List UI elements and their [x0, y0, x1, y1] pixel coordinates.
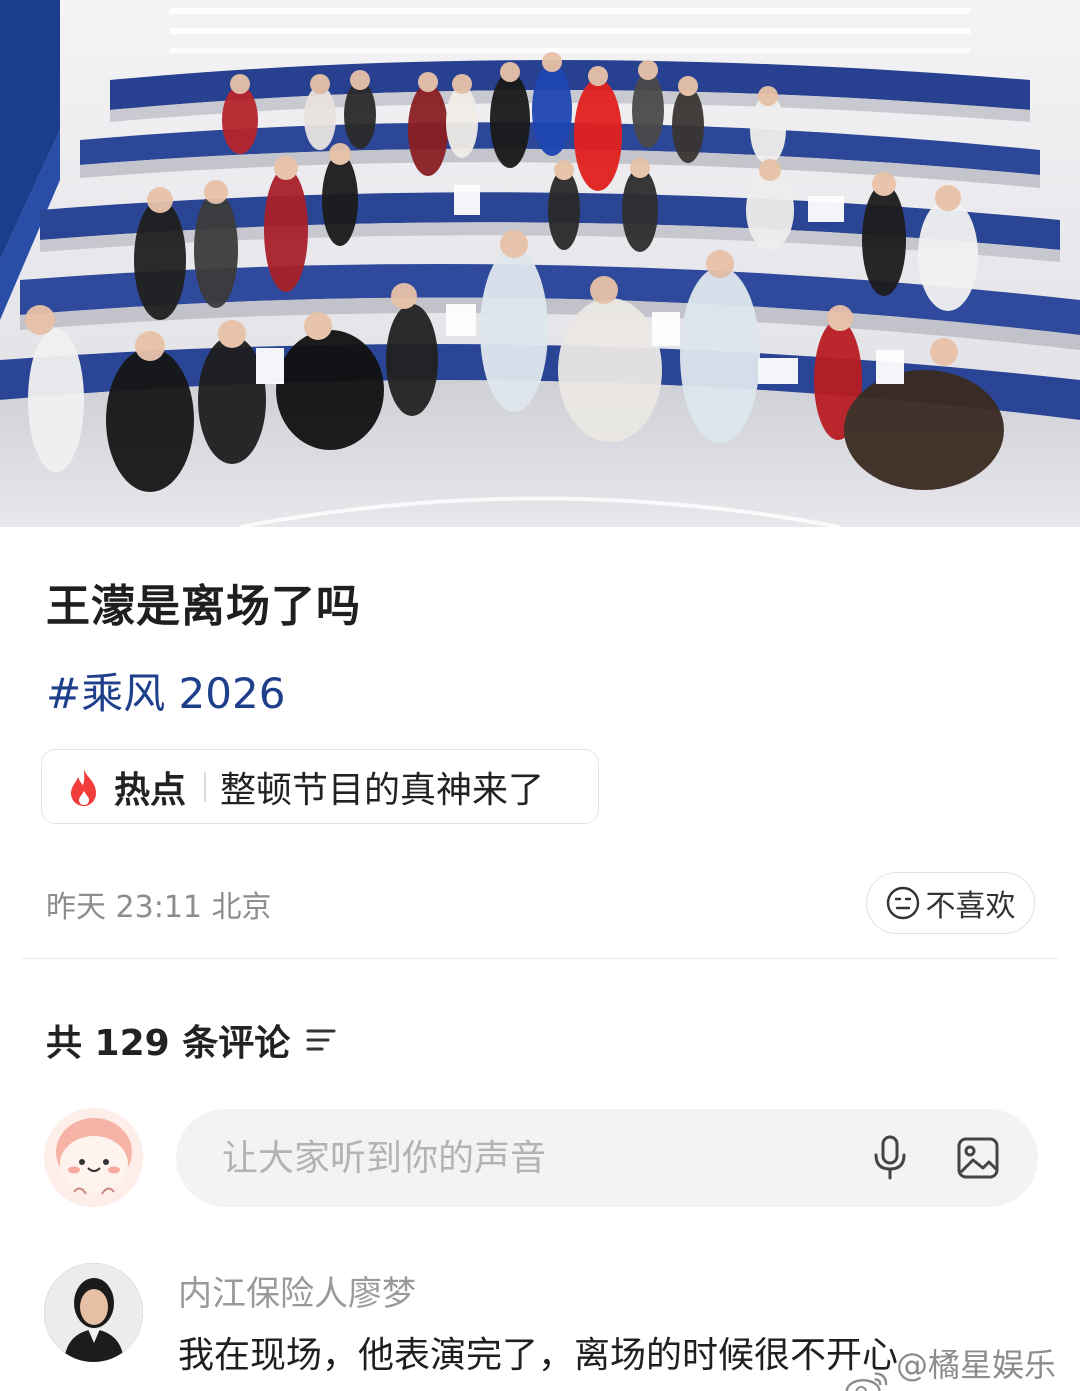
comment-author-name[interactable]: 内江保险人廖梦: [178, 1266, 416, 1315]
weibo-logo: [845, 1372, 888, 1391]
topic-hashtag[interactable]: #乘风 2026: [46, 660, 285, 721]
stage-photo: [0, 0, 1080, 527]
peach-avatar-icon: [44, 1108, 143, 1207]
dislike-button[interactable]: 不喜欢: [866, 872, 1035, 934]
avatar[interactable]: [44, 1108, 143, 1207]
watermark: @橘星娱乐馆: [844, 1340, 1080, 1391]
watermark-text: @橘星娱乐馆: [896, 1346, 1057, 1384]
post-title: 王濛是离场了吗: [46, 581, 361, 632]
comment-count: 共 129 条评论: [46, 1023, 291, 1064]
flame-icon: [71, 768, 96, 806]
hot-label: 热点: [114, 769, 187, 811]
portrait-avatar-icon: [44, 1263, 143, 1362]
image-icon[interactable]: [956, 1136, 1000, 1180]
comment-author-avatar[interactable]: [44, 1263, 143, 1362]
comment-input[interactable]: [222, 1137, 822, 1179]
sort-icon[interactable]: [304, 1025, 338, 1055]
hot-topic-chip[interactable]: 热点 整顿节目的真神来了: [41, 749, 599, 824]
dislike-label: 不喜欢: [925, 889, 1016, 924]
post-meta: 昨天 23:11 北京: [46, 890, 272, 925]
neutral-face-icon: [886, 886, 919, 920]
microphone-icon[interactable]: [872, 1135, 908, 1181]
chip-separator: [204, 771, 207, 802]
hot-topic-text: 整顿节目的真神来了: [220, 769, 545, 811]
post-image[interactable]: [0, 0, 1080, 527]
divider: [22, 958, 1058, 959]
comment-text: 我在现场，他表演完了，离场的时候很不开心: [178, 1335, 899, 1376]
comments-header: 共 129 条评论: [46, 1014, 338, 1066]
comment-composer[interactable]: [176, 1109, 1038, 1207]
